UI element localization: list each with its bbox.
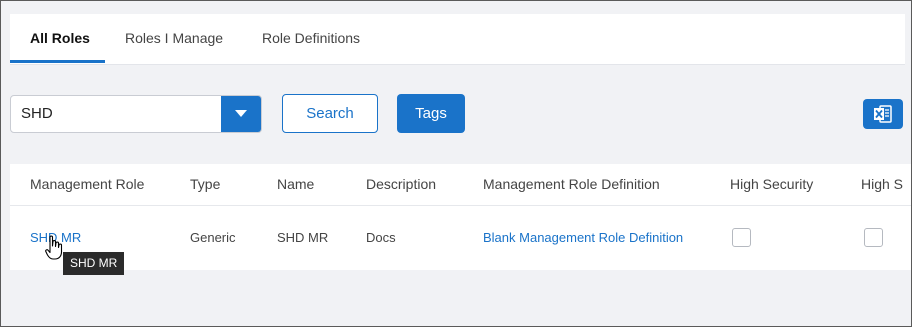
tags-button[interactable]: Tags — [397, 94, 465, 133]
table-header: Management Role Type Name Description Ma… — [10, 164, 911, 206]
tooltip: SHD MR — [63, 252, 125, 275]
column-header-management-role[interactable]: Management Role — [30, 164, 144, 205]
active-tab-indicator — [10, 60, 105, 63]
caret-down-icon — [235, 110, 247, 117]
description-cell: Docs — [366, 230, 396, 245]
column-header-high-security[interactable]: High Security — [730, 164, 813, 205]
tab-all-roles[interactable]: All Roles — [30, 14, 90, 62]
role-filter-value: SHD — [21, 105, 53, 122]
role-definition-link[interactable]: Blank Management Role Definition — [483, 206, 683, 270]
export-excel-button[interactable] — [863, 99, 903, 129]
hand-cursor-icon — [45, 235, 63, 260]
excel-icon — [874, 105, 892, 123]
column-header-description[interactable]: Description — [366, 164, 436, 205]
column-header-type[interactable]: Type — [190, 164, 220, 205]
search-button[interactable]: Search — [282, 94, 378, 133]
dropdown-toggle-button[interactable] — [221, 96, 261, 132]
column-header-management-role-definition[interactable]: Management Role Definition — [483, 164, 660, 205]
tab-role-definitions[interactable]: Role Definitions — [262, 14, 360, 62]
high-security-checkbox[interactable] — [732, 228, 751, 247]
column-header-name[interactable]: Name — [277, 164, 314, 205]
roles-table: Management Role Type Name Description Ma… — [10, 164, 911, 270]
type-cell: Generic — [190, 230, 236, 245]
tab-roles-i-manage[interactable]: Roles I Manage — [125, 14, 223, 62]
column-header-high-s[interactable]: High S — [861, 164, 903, 205]
tab-bar: All Roles Roles I Manage Role Definition… — [10, 14, 905, 65]
high-s-checkbox[interactable] — [864, 228, 883, 247]
table-row: SHD MR Generic SHD MR Docs Blank Managem… — [10, 206, 911, 270]
app-window: All Roles Roles I Manage Role Definition… — [0, 0, 912, 327]
role-filter-select[interactable]: SHD — [10, 95, 262, 133]
name-cell: SHD MR — [277, 230, 329, 245]
